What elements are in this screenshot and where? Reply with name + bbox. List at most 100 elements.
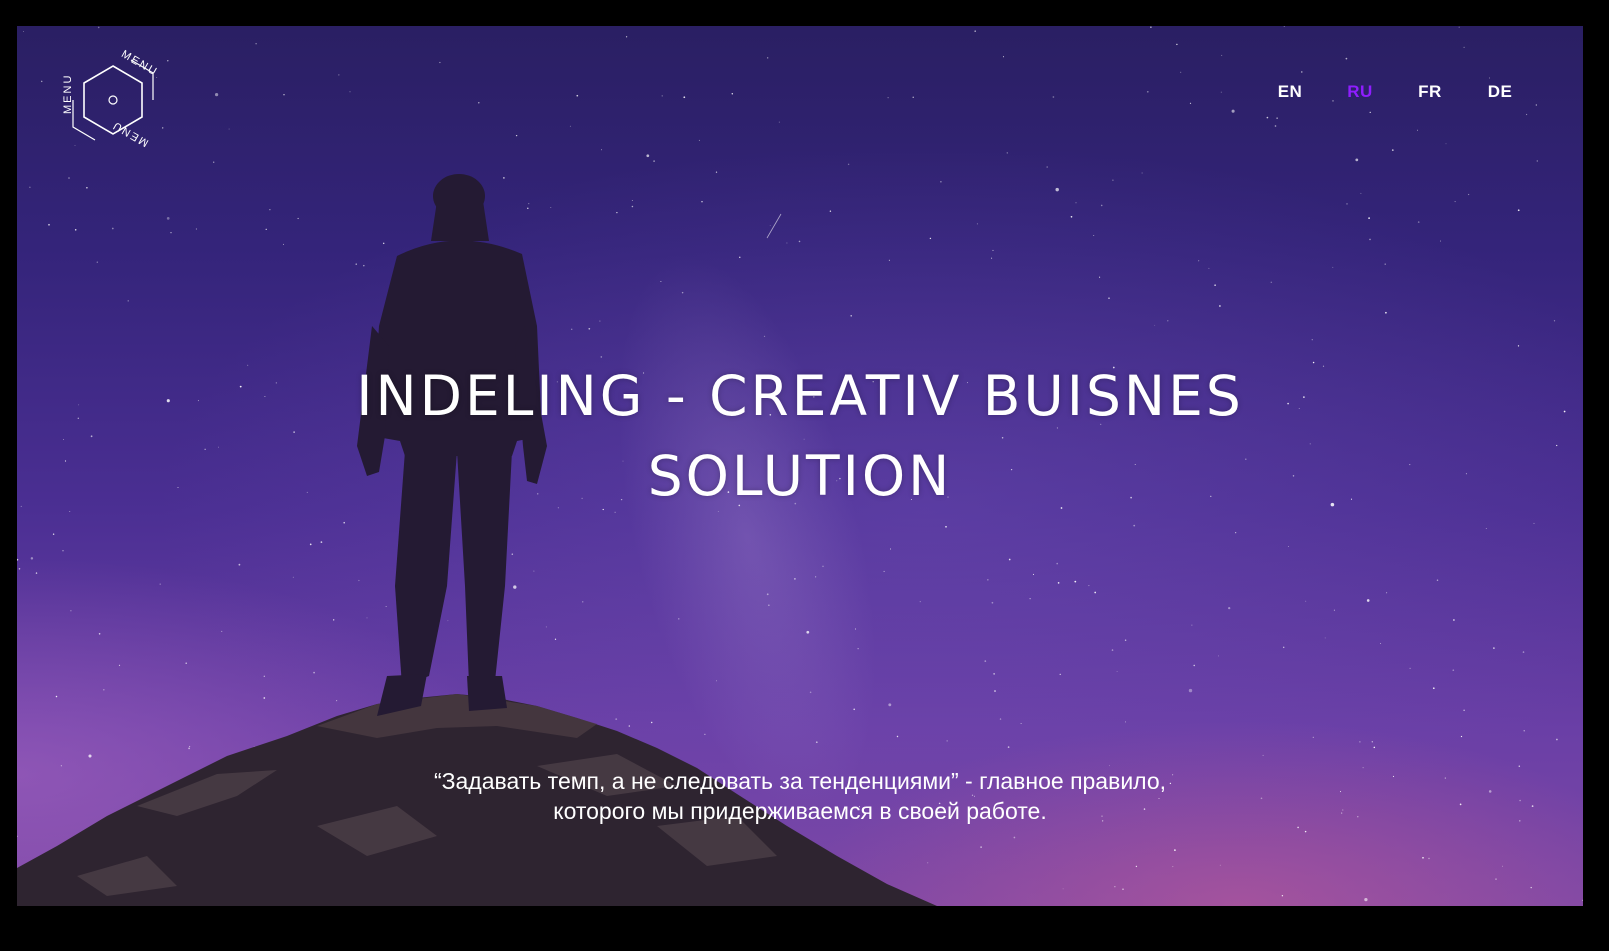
star	[1531, 805, 1534, 807]
star	[98, 633, 101, 635]
star	[974, 30, 976, 32]
star	[994, 690, 996, 692]
star	[1100, 204, 1103, 207]
star	[1070, 215, 1073, 218]
star	[283, 243, 284, 245]
star	[478, 102, 480, 104]
hero-tagline-line-2: которого мы придерживаемся в своей работ…	[553, 798, 1047, 824]
lang-ru[interactable]: RU	[1325, 82, 1395, 102]
star	[1522, 651, 1525, 653]
star	[1324, 637, 1326, 639]
star	[1266, 116, 1269, 119]
star	[271, 769, 274, 771]
hero-tagline-line-1: “Задавать темп, а не следовать за тенден…	[433, 768, 1167, 794]
star	[408, 894, 411, 897]
hero-title-line-1: INDELING - CREATIV BUISNES	[356, 364, 1244, 428]
star	[715, 171, 718, 173]
star	[309, 543, 312, 546]
star	[1523, 730, 1525, 732]
star	[650, 721, 653, 724]
star	[1373, 746, 1376, 749]
star	[793, 836, 796, 839]
star	[513, 280, 515, 282]
star	[1467, 193, 1470, 196]
star	[660, 281, 662, 283]
star	[1530, 886, 1532, 889]
star	[600, 149, 603, 151]
star	[55, 695, 58, 698]
star	[1330, 502, 1335, 507]
star	[628, 725, 631, 727]
star	[1371, 741, 1373, 743]
star	[239, 385, 242, 388]
star	[1380, 642, 1382, 644]
star	[1099, 276, 1101, 278]
star	[1556, 738, 1558, 741]
star	[809, 691, 812, 694]
star	[854, 628, 857, 630]
star	[683, 96, 686, 99]
star	[1191, 624, 1193, 626]
star	[798, 240, 801, 243]
star	[888, 259, 890, 261]
menu-label-left: MENU	[62, 74, 74, 114]
star	[283, 93, 285, 96]
star	[1493, 647, 1495, 649]
star	[447, 620, 449, 622]
star	[829, 210, 832, 212]
star	[1309, 443, 1311, 445]
star	[349, 91, 351, 93]
star	[1059, 673, 1061, 676]
star	[34, 899, 36, 901]
star	[1342, 809, 1344, 811]
star	[940, 181, 942, 183]
star	[35, 572, 38, 574]
star	[197, 400, 199, 402]
star	[815, 576, 817, 578]
star	[269, 209, 271, 211]
star	[1150, 26, 1152, 28]
star	[1032, 573, 1035, 575]
star	[721, 858, 723, 860]
star	[297, 217, 299, 220]
star	[177, 487, 179, 488]
star	[253, 746, 256, 749]
lang-de[interactable]: DE	[1465, 82, 1535, 102]
star	[863, 882, 865, 885]
star	[919, 601, 921, 603]
star	[1180, 71, 1182, 73]
star	[1218, 655, 1219, 657]
star	[646, 154, 650, 158]
star	[1002, 56, 1005, 58]
star	[1582, 899, 1583, 902]
star	[1369, 238, 1371, 241]
star	[228, 128, 230, 130]
star	[1417, 221, 1420, 223]
lang-en[interactable]: EN	[1255, 82, 1325, 102]
star	[263, 675, 265, 677]
star	[704, 733, 706, 736]
star	[313, 671, 315, 674]
star	[1485, 528, 1487, 529]
star	[1454, 201, 1456, 203]
star	[794, 578, 796, 580]
lang-fr[interactable]: FR	[1395, 82, 1465, 102]
star	[1094, 591, 1097, 594]
star	[815, 741, 818, 744]
star	[213, 161, 215, 163]
star	[976, 223, 978, 225]
shooting-star	[766, 213, 782, 239]
menu-label-bottom: MENU	[110, 118, 151, 149]
star	[170, 232, 172, 234]
star	[1517, 345, 1520, 347]
star	[631, 757, 633, 759]
star	[1282, 646, 1285, 649]
star	[1556, 444, 1558, 447]
star	[336, 700, 338, 702]
star	[1409, 464, 1411, 466]
star	[188, 745, 191, 748]
star	[1062, 888, 1064, 890]
menu-button[interactable]: MENU MENU MENU	[61, 48, 165, 152]
star	[461, 889, 463, 891]
star	[576, 94, 579, 97]
